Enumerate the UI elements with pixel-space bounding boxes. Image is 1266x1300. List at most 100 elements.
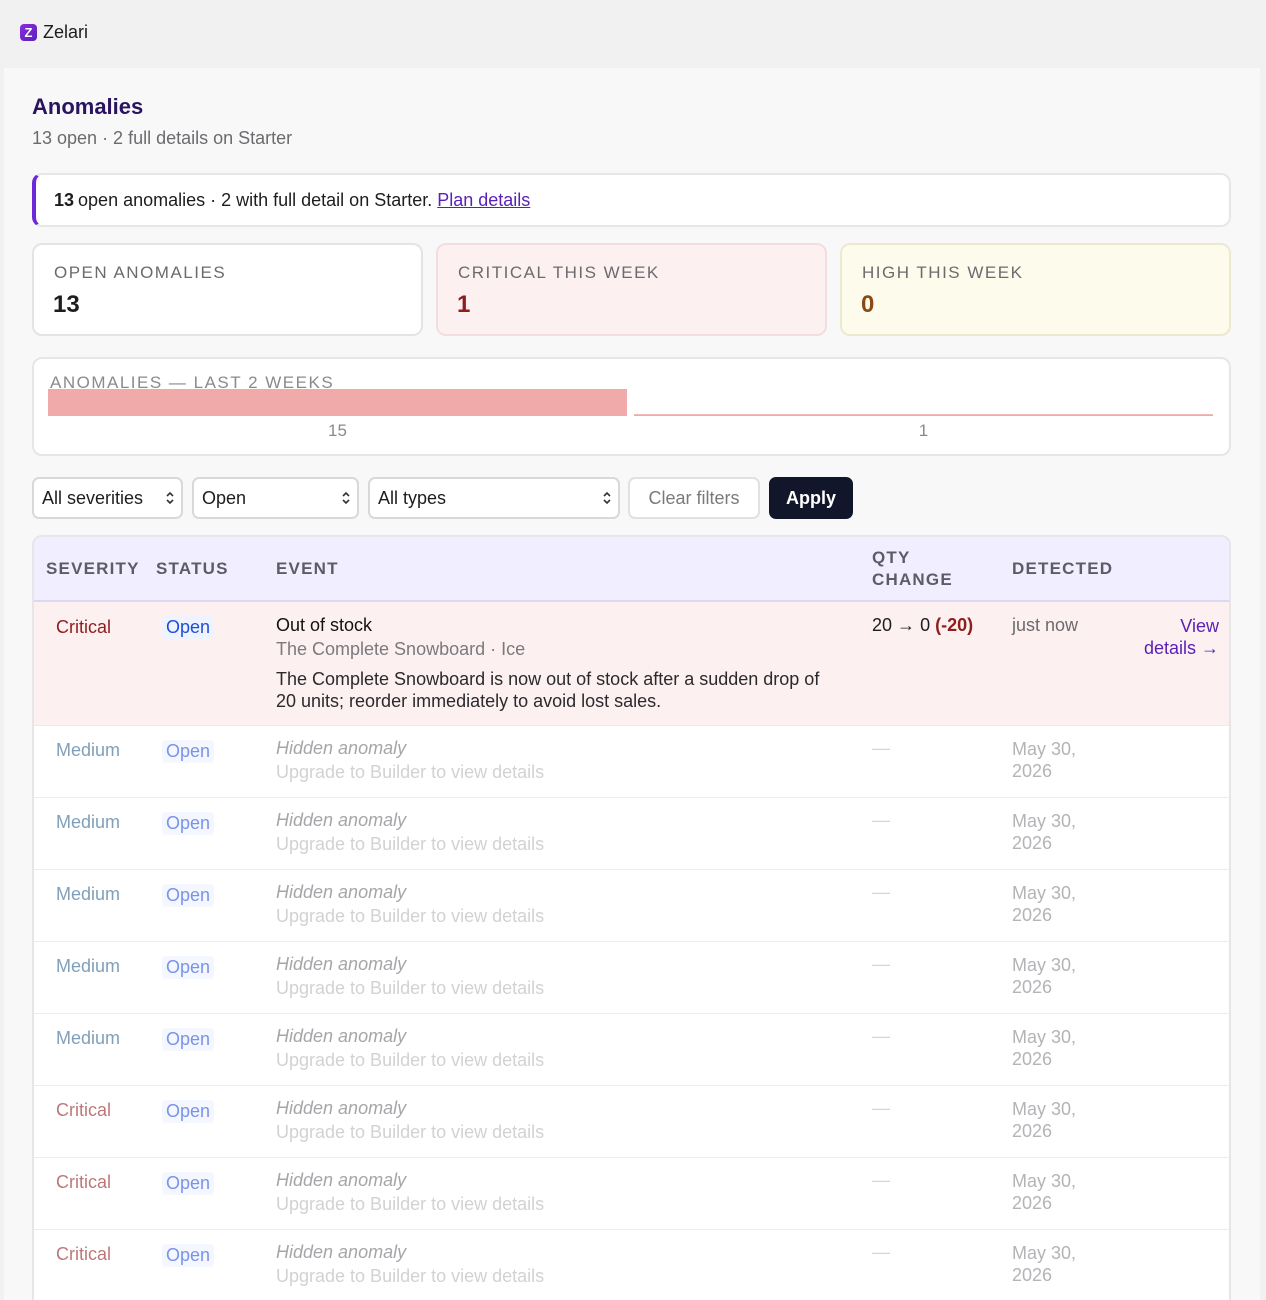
- header-change: CHANGE: [872, 570, 953, 589]
- apply-button[interactable]: Apply: [769, 477, 853, 519]
- table-row[interactable]: Medium Open Hidden anomaly Upgrade to Build…: [34, 798, 1229, 870]
- table-header: SEVERITY STATUS EVENT QTY CHANGE DETECTE…: [34, 537, 1229, 602]
- detected-date: May 30, 2026: [1012, 738, 1076, 782]
- upgrade-hint: Upgrade to Builder to view details: [276, 1194, 545, 1214]
- detected-date-line-2: 2026: [1012, 1049, 1053, 1069]
- detected-date: May 30, 2026: [1012, 1242, 1076, 1286]
- qty-empty: —: [872, 1170, 890, 1190]
- hidden-event-title: Hidden anomaly: [276, 882, 407, 902]
- header-event: EVENT: [276, 559, 339, 578]
- hidden-event-title: Hidden anomaly: [276, 954, 407, 974]
- detected-date-line-2: 2026: [1012, 977, 1053, 997]
- stat-label: OPEN ANOMALIES: [54, 263, 227, 282]
- detected-date: May 30, 2026: [1012, 882, 1076, 926]
- upgrade-hint: Upgrade to Builder to view details: [276, 834, 545, 854]
- severity-select[interactable]: All severities: [32, 477, 183, 519]
- detected-date: May 30, 2026: [1012, 810, 1076, 854]
- header-detected: DETECTED: [1012, 559, 1114, 578]
- table-row[interactable]: Medium Open Hidden anomaly Upgrade to Build…: [34, 1014, 1229, 1086]
- detected-date-line-2: 2026: [1012, 833, 1053, 853]
- stat-value: 13: [53, 291, 80, 318]
- type-select[interactable]: All types: [368, 477, 620, 519]
- upgrade-hint: Upgrade to Builder to view details: [276, 1050, 545, 1070]
- event-description: The Complete Snowboard is now out of sto…: [276, 669, 820, 711]
- event-title: Out of stock: [276, 615, 373, 635]
- stat-label: HIGH THIS WEEK: [862, 263, 1024, 282]
- severity-label: Critical: [56, 1244, 112, 1264]
- detected-date-line-2: 2026: [1012, 905, 1053, 925]
- status-badge: Open: [162, 1244, 215, 1267]
- table-row[interactable]: Critical Open Hidden anomaly Upgrade to Bui…: [34, 1158, 1229, 1230]
- detected-date-line-1: May 30,: [1012, 739, 1077, 759]
- view-details-link[interactable]: View details →: [1124, 615, 1219, 659]
- qty-to: 0: [920, 615, 931, 635]
- header-status: STATUS: [156, 559, 229, 578]
- upgrade-hint: Upgrade to Builder to view details: [276, 1266, 545, 1286]
- table-row[interactable]: Critical Open Out of stock The Complete …: [34, 602, 1229, 726]
- severity-label: Medium: [56, 812, 121, 832]
- stat-critical-this-week: CRITICAL THIS WEEK 1: [436, 243, 827, 336]
- chevron-updown-icon: [603, 491, 611, 505]
- type-select-value: All types: [378, 487, 447, 508]
- upgrade-hint: Upgrade to Builder to view details: [276, 762, 545, 782]
- event-product: The Complete Snowboard · Ice: [276, 639, 526, 659]
- table-row[interactable]: Medium Open Hidden anomaly Upgrade to Build…: [34, 942, 1229, 1014]
- brand-name: Zelari: [43, 22, 89, 42]
- qty-empty: —: [872, 954, 890, 974]
- status-badge: Open: [162, 616, 215, 639]
- qty-empty: —: [872, 1026, 890, 1046]
- detected-date-line-2: 2026: [1012, 1121, 1053, 1141]
- stat-value: 0: [861, 291, 875, 318]
- status-badge: Open: [162, 740, 215, 763]
- qty-empty: —: [872, 810, 890, 830]
- status-badge: Open: [162, 1172, 215, 1195]
- detected-date-line-1: May 30,: [1012, 1027, 1077, 1047]
- status-badge: Open: [162, 1100, 215, 1123]
- chart-bar: [48, 389, 627, 416]
- anomalies-table: SEVERITY STATUS EVENT QTY CHANGE DETECTE…: [32, 535, 1231, 1300]
- detected-date-line-2: 2026: [1012, 761, 1053, 781]
- status-badge: Open: [162, 956, 215, 979]
- chart-canvas: 15 1: [48, 389, 1213, 440]
- page-title: Anomalies: [32, 94, 144, 119]
- detected-date: May 30, 2026: [1012, 1170, 1076, 1214]
- hidden-event-title: Hidden anomaly: [276, 810, 407, 830]
- hidden-event-title: Hidden anomaly: [276, 1026, 407, 1046]
- header-severity: SEVERITY: [46, 559, 140, 578]
- header-qty: QTY: [872, 548, 911, 567]
- banner-text: open anomalies · 2 with full detail on S…: [78, 189, 433, 210]
- detected-date-line-1: May 30,: [1012, 1099, 1077, 1119]
- qty-delta: (-20): [935, 615, 974, 635]
- stat-label: CRITICAL THIS WEEK: [458, 263, 660, 282]
- clear-filters-button[interactable]: Clear filters: [628, 477, 760, 519]
- severity-label: Critical: [56, 617, 112, 637]
- hidden-event-title: Hidden anomaly: [276, 738, 407, 758]
- plan-details-link[interactable]: Plan details: [437, 190, 530, 211]
- qty-empty: —: [872, 738, 890, 758]
- brand[interactable]: Z Zelari: [20, 22, 88, 43]
- status-select[interactable]: Open: [192, 477, 359, 519]
- table-row[interactable]: Critical Open Hidden anomaly Upgrade to Bui…: [34, 1230, 1229, 1300]
- arrow-right-icon: →: [897, 615, 916, 635]
- detected-date: May 30, 2026: [1012, 1026, 1076, 1070]
- severity-label: Critical: [56, 1172, 112, 1192]
- banner-count: 13: [54, 189, 75, 210]
- qty-change: 20 → 0 (-20): [872, 615, 973, 636]
- detected-date-line-1: May 30,: [1012, 1243, 1077, 1263]
- status-badge: Open: [162, 884, 215, 907]
- severity-label: Medium: [56, 740, 121, 760]
- severity-label: Medium: [56, 956, 121, 976]
- detected-date-line-2: 2026: [1012, 1265, 1053, 1285]
- severity-label: Medium: [56, 1028, 121, 1048]
- table-row[interactable]: Medium Open Hidden anomaly Upgrade to Build…: [34, 726, 1229, 798]
- detected-date: May 30, 2026: [1012, 1098, 1076, 1142]
- chevron-updown-icon: [342, 491, 350, 505]
- upgrade-hint: Upgrade to Builder to view details: [276, 906, 545, 926]
- detected-date-line-1: May 30,: [1012, 1171, 1077, 1191]
- upgrade-hint: Upgrade to Builder to view details: [276, 1122, 545, 1142]
- table-row[interactable]: Critical Open Hidden anomaly Upgrade to Bui…: [34, 1086, 1229, 1158]
- chart-value-label: 1: [919, 421, 928, 440]
- detected-date-line-1: May 30,: [1012, 811, 1077, 831]
- qty-empty: —: [872, 1242, 890, 1262]
- table-row[interactable]: Medium Open Hidden anomaly Upgrade to Build…: [34, 870, 1229, 942]
